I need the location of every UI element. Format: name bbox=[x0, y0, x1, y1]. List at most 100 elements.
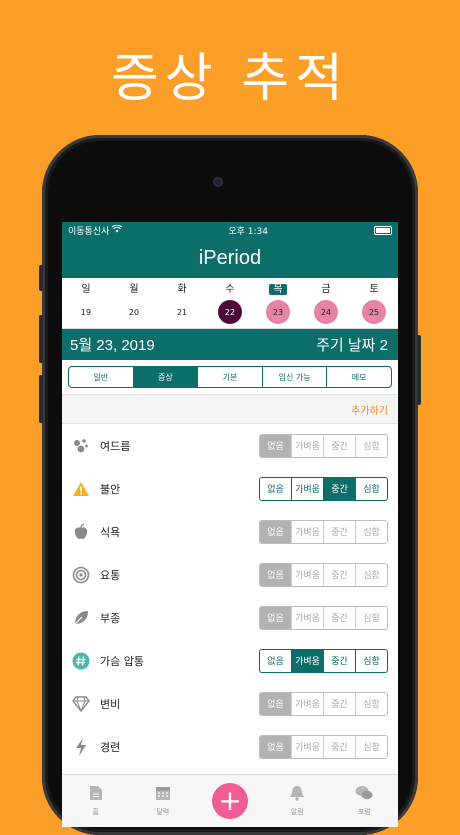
day-column[interactable]: 일 19 bbox=[62, 282, 110, 324]
week-strip: 일 19 월 20 화 21 수 22 목 23 금 24 토 25 bbox=[62, 278, 398, 329]
symptom-row: 경련 없음 가벼움 중간 심함 bbox=[62, 725, 398, 768]
volume-up-button bbox=[39, 315, 43, 363]
severity-segmented-control: 없음 가벼움 중간 심함 bbox=[259, 562, 388, 587]
tab-4[interactable]: 메모 bbox=[326, 367, 391, 387]
severity-option[interactable]: 없음 bbox=[260, 650, 291, 672]
tabbar-label: 포럼 bbox=[357, 808, 371, 816]
weekday-label: 일 bbox=[81, 284, 91, 295]
cycle-day: 주기 날짜 2 bbox=[316, 337, 388, 354]
day-column[interactable]: 수 22 bbox=[206, 282, 254, 324]
day-column[interactable]: 금 24 bbox=[302, 282, 350, 324]
day-number[interactable]: 20 bbox=[122, 300, 146, 324]
app-header: 이동통신사 오후 1:34 iPeriod bbox=[62, 222, 398, 278]
severity-option[interactable]: 가벼움 bbox=[291, 692, 323, 715]
severity-option[interactable]: 가벼움 bbox=[291, 735, 323, 758]
symptom-label: 불안 bbox=[100, 482, 121, 496]
tab-0[interactable]: 일반 bbox=[69, 367, 133, 387]
severity-option[interactable]: 가벼움 bbox=[291, 649, 323, 672]
target-icon bbox=[72, 566, 90, 584]
severity-option[interactable]: 심함 bbox=[355, 434, 387, 457]
severity-option[interactable]: 없음 bbox=[260, 606, 291, 629]
tab-3[interactable]: 임신 가능 bbox=[261, 367, 327, 387]
severity-option[interactable]: 심함 bbox=[355, 563, 387, 586]
tabbar-label: 알림 bbox=[290, 808, 304, 816]
severity-option[interactable]: 없음 bbox=[260, 563, 291, 586]
day-number[interactable]: 24 bbox=[314, 300, 338, 324]
symptom-row: 변비 없음 가벼움 중간 심함 bbox=[62, 682, 398, 725]
severity-option[interactable]: 중간 bbox=[323, 692, 355, 715]
calendar-icon bbox=[155, 785, 171, 805]
severity-option[interactable]: 가벼움 bbox=[291, 434, 323, 457]
day-number[interactable]: 25 bbox=[362, 300, 386, 324]
day-column[interactable]: 화 21 bbox=[158, 282, 206, 324]
severity-option[interactable]: 없음 bbox=[260, 434, 291, 457]
severity-segmented-control: 없음 가벼움 중간 심함 bbox=[259, 605, 388, 630]
plus-icon[interactable]: + bbox=[212, 783, 248, 819]
weekday-label: 월 bbox=[129, 284, 139, 295]
severity-option[interactable]: 심함 bbox=[355, 649, 387, 672]
weekday-label: 수 bbox=[225, 284, 235, 295]
tabbar-item-4[interactable]: 포럼 bbox=[331, 785, 398, 817]
tabbar-item-0[interactable]: 홈 bbox=[62, 785, 129, 817]
category-tabs: 일반 증상 기분 임신 가능 메모 bbox=[68, 366, 392, 388]
severity-segmented-control: 없음 가벼움 중간 심함 bbox=[259, 648, 388, 673]
severity-option[interactable]: 중간 bbox=[323, 434, 355, 457]
tabbar-item-2[interactable]: + bbox=[196, 783, 263, 819]
severity-option[interactable]: 심함 bbox=[355, 520, 387, 543]
tab-bar: 홈 달력 + 알림 포럼 bbox=[62, 774, 398, 827]
tabbar-item-1[interactable]: 달력 bbox=[129, 785, 196, 817]
apple-icon bbox=[72, 522, 90, 541]
severity-option[interactable]: 심함 bbox=[355, 606, 387, 629]
symptom-row: 부종 없음 가벼움 중간 심함 bbox=[62, 596, 398, 639]
symptom-row: 가슴 압통 없음 가벼움 중간 심함 bbox=[62, 639, 398, 682]
severity-option[interactable]: 중간 bbox=[323, 477, 355, 500]
volume-down-button bbox=[39, 375, 43, 423]
severity-option[interactable]: 가벼움 bbox=[291, 606, 323, 629]
symptom-label: 변비 bbox=[100, 697, 121, 711]
severity-option[interactable]: 없음 bbox=[260, 692, 291, 715]
severity-option[interactable]: 심함 bbox=[355, 477, 387, 500]
severity-segmented-control: 없음 가벼움 중간 심함 bbox=[259, 433, 388, 458]
power-button bbox=[417, 335, 421, 405]
day-number[interactable]: 21 bbox=[170, 300, 194, 324]
symptom-row: 여드름 없음 가벼움 중간 심함 bbox=[62, 424, 398, 467]
tabbar-item-3[interactable]: 알림 bbox=[264, 785, 331, 817]
day-number[interactable]: 19 bbox=[74, 300, 98, 324]
severity-option[interactable]: 가벼움 bbox=[291, 477, 323, 500]
day-column[interactable]: 토 25 bbox=[350, 282, 398, 324]
category-tabs-container: 일반 증상 기분 임신 가능 메모 bbox=[62, 360, 398, 395]
chat-bubbles-icon bbox=[355, 785, 373, 805]
severity-option[interactable]: 중간 bbox=[323, 606, 355, 629]
day-column[interactable]: 월 20 bbox=[110, 282, 158, 324]
severity-option[interactable]: 없음 bbox=[260, 478, 291, 500]
bell-icon bbox=[289, 785, 305, 805]
app-title: iPeriod bbox=[198, 246, 262, 269]
severity-option[interactable]: 중간 bbox=[323, 649, 355, 672]
add-button[interactable]: 추가하기 bbox=[351, 402, 388, 417]
symptom-label: 부종 bbox=[100, 611, 121, 625]
hashtag-icon bbox=[72, 652, 90, 670]
severity-option[interactable]: 중간 bbox=[323, 520, 355, 543]
tabbar-label: 달력 bbox=[156, 808, 170, 816]
day-number[interactable]: 22 bbox=[218, 300, 242, 324]
leaf-icon bbox=[72, 609, 90, 627]
severity-option[interactable]: 심함 bbox=[355, 735, 387, 758]
tab-1[interactable]: 증상 bbox=[132, 367, 198, 387]
day-number[interactable]: 23 bbox=[266, 300, 290, 324]
wifi-icon bbox=[112, 224, 123, 236]
severity-option[interactable]: 중간 bbox=[323, 735, 355, 758]
severity-option[interactable]: 가벼움 bbox=[291, 563, 323, 586]
tab-2[interactable]: 기분 bbox=[197, 367, 262, 387]
status-time: 오후 1:34 bbox=[228, 226, 269, 237]
day-column[interactable]: 목 23 bbox=[254, 282, 302, 324]
selected-date: 5월 23, 2019 bbox=[70, 337, 155, 354]
severity-option[interactable]: 가벼움 bbox=[291, 520, 323, 543]
severity-option[interactable]: 없음 bbox=[260, 520, 291, 543]
symptom-label: 경련 bbox=[100, 740, 121, 754]
app-screen: 이동통신사 오후 1:34 iPeriod 일 19 월 20 화 21 수 22 목 23 금 24… bbox=[62, 222, 398, 827]
severity-option[interactable]: 심함 bbox=[355, 692, 387, 715]
add-row: 추가하기 bbox=[62, 395, 398, 424]
severity-segmented-control: 없음 가벼움 중간 심함 bbox=[259, 519, 388, 544]
severity-option[interactable]: 중간 bbox=[323, 563, 355, 586]
severity-option[interactable]: 없음 bbox=[260, 735, 291, 758]
